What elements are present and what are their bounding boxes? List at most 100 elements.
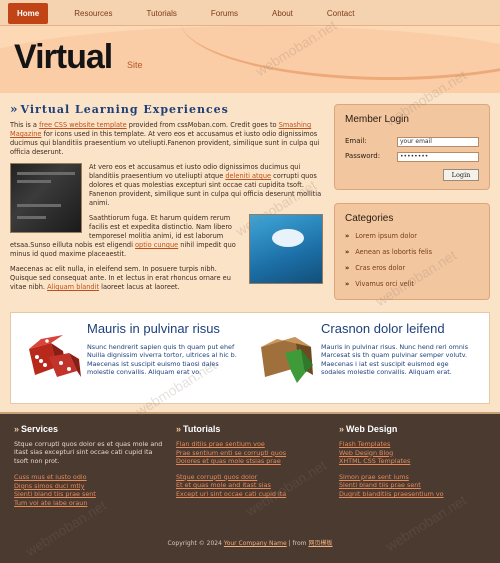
footer-link-text: Et et quas mole and itast sias (176, 481, 271, 490)
feature-crate: Crasnon dolor leifend Mauris in pulvinar… (249, 321, 474, 399)
copyright: Copyright © 2024 Your Company Name | fro… (0, 538, 500, 547)
text: for icons used in this template. At vero… (10, 130, 320, 156)
feature-title: Crasnon dolor leifend (321, 321, 445, 336)
footer-link-text: Web Design Blog (339, 448, 394, 457)
footer-link-text: Flan ditiis prae sentium voe (176, 440, 265, 448)
email-field[interactable]: your email (397, 137, 479, 147)
footer-link-text: Dolores et quas mole stsias prae (176, 457, 281, 466)
password-field[interactable]: •••••••• (397, 152, 479, 162)
footer-link-text: Except uri sint occae cati cupid ita (176, 489, 287, 498)
footer-heading: » Tutorials (176, 424, 326, 434)
main-content: » Virtual Learning Experiences This is a … (10, 100, 323, 298)
category-item[interactable]: » Lorem ipsum dolor (345, 230, 479, 246)
source-link[interactable]: 网页模板 (308, 540, 332, 547)
footer-heading-text: Services (21, 424, 59, 434)
nav-contact[interactable]: Contact (327, 9, 355, 18)
feature-text: Nsunc hendrerit sapien quis th quam put … (87, 343, 237, 377)
footer-heading: » Services (14, 424, 164, 434)
member-login-box: Member Login Email: your email Password:… (334, 104, 490, 190)
password-label: Password: (345, 152, 381, 160)
footer-text: Stque corrupti quos dolor es et quas mol… (14, 440, 163, 465)
footer-link-text: Tum voi ate labe oraun (14, 499, 88, 507)
nav-forums[interactable]: Forums (211, 9, 238, 18)
footer-heading-text: Web Design (346, 424, 398, 434)
footer-heading: » Web Design (339, 424, 489, 434)
double-chevron-icon: » (345, 248, 350, 256)
screenshot-thumbnail-blue (249, 214, 323, 284)
footer-webdesign: » Web Design Flash Templates Web Design B… (339, 424, 489, 506)
footer-link[interactable]: Cuss mus et iusto odio (14, 473, 164, 482)
nav-resources[interactable]: Resources (74, 9, 112, 18)
text: laoreet lacus at laoreet. (99, 283, 180, 291)
double-chevron-icon: » (345, 232, 350, 240)
category-label: Cras eros dolor (355, 264, 406, 272)
footer-link[interactable]: Tum voi ate labe oraun (14, 499, 164, 508)
feature-text: Mauris in pulvinar risus. Nunc hend rerl… (321, 343, 469, 377)
site-footer: » Services Stque corrupti quos dolor es e… (0, 412, 500, 563)
category-item[interactable]: » Vivamus orci velit (345, 278, 479, 294)
footer-link[interactable]: Dugnit blanditiis praesentium vo (339, 490, 489, 499)
footer-link-text: Slenti bland tiis prae sent (14, 490, 96, 499)
page-title: » Virtual Learning Experiences (10, 102, 323, 116)
footer-link-text: Digns simos duci mtly (14, 481, 85, 490)
footer-tutorials: » Tutorials Flan ditiis prae sentium voe … (176, 424, 326, 506)
double-chevron-icon: » (339, 424, 345, 434)
intro-paragraph: This is a free CSS website template prov… (10, 121, 323, 157)
feature-dice: Mauris in pulvinar risus Nsunc hendrerit… (15, 321, 240, 399)
site-header: Home Resources Tutorials Forums About Co… (0, 0, 500, 93)
nav-about[interactable]: About (272, 9, 293, 18)
double-chevron-icon: » (14, 424, 20, 434)
template-link[interactable]: free CSS website template (39, 121, 127, 129)
footer-link-text: Dugnit blanditiis praesentium vo (339, 489, 444, 498)
footer-link-text: Cuss mus et iusto odio (14, 473, 87, 482)
text: provided from cssMoban.com. Credit goes … (126, 121, 279, 129)
feature-title: Mauris in pulvinar risus (87, 321, 220, 336)
double-chevron-icon: » (10, 102, 19, 116)
footer-link[interactable]: Except uri sint occae cati cupid ita (176, 490, 326, 499)
screenshot-thumbnail-dark (10, 163, 82, 233)
footer-link-text: XHTML CSS Templates (339, 457, 411, 466)
site-logo[interactable]: Virtual (14, 38, 113, 77)
footer-link[interactable]: Slenti bland tiis prae sent (14, 490, 164, 499)
footer-link[interactable]: Dolores et quas mole stsias prae (176, 457, 326, 466)
top-nav: Home Resources Tutorials Forums About Co… (0, 0, 500, 26)
footer-link-text: Simon prae sent iums (339, 472, 409, 481)
footer-link[interactable]: Web Design Blog (339, 449, 489, 458)
footer-link[interactable]: Slenti bland tiis prae sent (339, 481, 489, 490)
deleniti-link[interactable]: deleniti atque (225, 172, 271, 180)
optio-link[interactable]: optio cunque (135, 241, 178, 249)
nav-tutorials[interactable]: Tutorials (146, 9, 176, 18)
footer-link[interactable]: Prae sentium enti se corrupti quos (176, 449, 326, 458)
aliquam-link[interactable]: Aliquam blandit (47, 283, 99, 291)
footer-link[interactable]: Flash Templates (339, 440, 489, 449)
nav-home[interactable]: Home (8, 2, 49, 24)
footer-heading-text: Tutorials (183, 424, 221, 434)
footer-link[interactable]: XHTML CSS Templates (339, 457, 489, 466)
categories-box: Categories » Lorem ipsum dolor » Aenean as… (334, 203, 490, 300)
category-label: Aenean as lobortis felis (355, 248, 433, 256)
category-label: Lorem ipsum dolor (355, 232, 417, 240)
footer-link-text: Slenti bland tiis prae sent (339, 481, 421, 490)
footer-link[interactable]: Stque corrupti quos dolor (176, 473, 326, 482)
page-title-text: Virtual Learning Experiences (20, 103, 229, 116)
company-link[interactable]: Your Company Name (224, 540, 287, 547)
copyright-text: Copyright © 2024 (167, 540, 224, 547)
footer-link[interactable]: Simon prae sent iums (339, 473, 489, 482)
category-item[interactable]: » Cras eros dolor (345, 262, 479, 278)
text: This is a (10, 121, 40, 129)
crate-arrow-icon (261, 337, 313, 383)
category-label: Vivamus orci velit (355, 280, 414, 288)
footer-link[interactable]: Et et quas mole and itast sias (176, 481, 326, 490)
double-chevron-icon: » (345, 264, 350, 272)
double-chevron-icon: » (176, 424, 182, 434)
footer-link[interactable]: Digns simos duci mtly (14, 482, 164, 491)
copyright-text: | from (286, 540, 309, 547)
login-button[interactable]: Login (443, 169, 479, 181)
footer-link-text: Stque corrupti quos dolor (176, 472, 258, 481)
category-item[interactable]: » Aenean as lobortis felis (345, 246, 479, 262)
categories-title: Categories (345, 213, 394, 224)
footer-link-text: Prae sentium enti se corrupti quos (176, 448, 287, 457)
footer-services: » Services Stque corrupti quos dolor es e… (14, 424, 164, 515)
site-logo-sub: Site (127, 60, 143, 70)
footer-link[interactable]: Flan ditiis prae sentium voe (176, 440, 326, 449)
